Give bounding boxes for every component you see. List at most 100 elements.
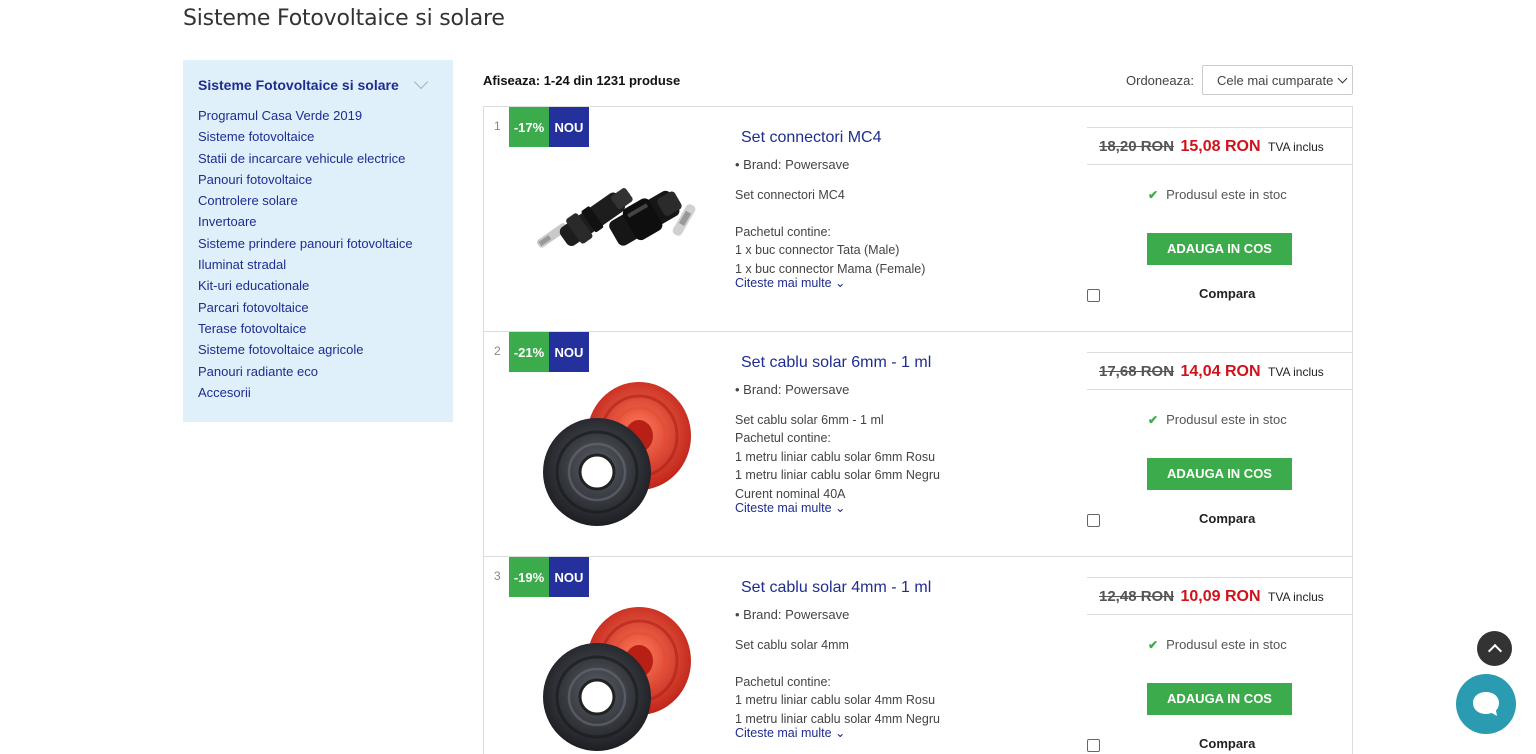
product-description: Set connectori MC4 Pachetul contine: 1 x b…	[735, 186, 925, 278]
stock-text: Produsul este in stoc	[1166, 637, 1287, 652]
stock-status: ✔ Produsul este in stoc	[1148, 637, 1287, 652]
sort-value: Cele mai cumparate	[1217, 73, 1334, 88]
add-to-cart-button[interactable]: ADAUGA IN COS	[1147, 458, 1292, 490]
sidebar-item[interactable]: Sisteme prindere panouri fotovoltaice	[198, 234, 438, 255]
product-desc-line: Pachetul contine:	[735, 431, 831, 446]
old-price: 12,48 RON	[1099, 588, 1175, 605]
compare-checkbox[interactable]	[1087, 289, 1100, 302]
compare-label[interactable]: Compara	[1199, 736, 1255, 751]
sidebar-item[interactable]: Iluminat stradal	[198, 255, 438, 276]
sort-label: Ordoneaza:	[1126, 73, 1194, 88]
new-badge: NOU	[549, 107, 589, 147]
compare-label[interactable]: Compara	[1199, 286, 1255, 301]
price-box: 18,20 RON 15,08 RON TVA inclus	[1087, 127, 1353, 165]
cable-coils-image	[543, 607, 691, 751]
vat-label: TVA inclus	[1268, 140, 1324, 154]
product-desc-line: Set cablu solar 4mm	[735, 638, 849, 652]
chat-icon	[1473, 692, 1499, 716]
sidebar-title[interactable]: Sisteme Fotovoltaice si solare	[198, 77, 399, 93]
stock-text: Produsul este in stoc	[1166, 187, 1287, 202]
product-brand: • Brand: Powersave	[735, 382, 850, 397]
discount-badge: -17%	[509, 107, 549, 147]
sidebar-list: Programul Casa Verde 2019 Sisteme fotovol…	[198, 106, 438, 404]
badges: -19% NOU	[509, 557, 589, 597]
product-image[interactable]	[529, 599, 704, 754]
product-row: 2 -21% NOU Set cablu solar 6mm - 1 ml • …	[484, 332, 1353, 557]
sidebar-item[interactable]: Terase fotovoltaice	[198, 319, 438, 340]
sidebar-item[interactable]: Sisteme fotovoltaice	[198, 127, 438, 148]
chevron-down-icon	[1337, 73, 1348, 84]
read-more-link[interactable]: Citeste mai multe ⌄	[735, 725, 846, 740]
sidebar-item[interactable]: Panouri fotovoltaice	[198, 170, 438, 191]
product-desc-line: Set cablu solar 6mm - 1 ml	[735, 413, 884, 427]
product-index: 1	[494, 119, 501, 133]
results-count: Afiseaza: 1-24 din 1231 produse	[483, 73, 681, 88]
sidebar-item[interactable]: Controlere solare	[198, 191, 438, 212]
old-price: 18,20 RON	[1099, 138, 1175, 155]
product-description: Set cablu solar 4mm Pachetul contine: 1 me…	[735, 636, 940, 728]
product-title[interactable]: Set cablu solar 4mm - 1 ml	[741, 579, 931, 597]
add-to-cart-button[interactable]: ADAUGA IN COS	[1147, 233, 1292, 265]
badges: -17% NOU	[509, 107, 589, 147]
new-badge: NOU	[549, 332, 589, 372]
discount-badge: -21%	[509, 332, 549, 372]
product-title[interactable]: Set connectori MC4	[741, 129, 882, 147]
sidebar-header[interactable]: Sisteme Fotovoltaice si solare	[198, 74, 438, 93]
product-desc-line: 1 metru liniar cablu solar 6mm Negru	[735, 468, 940, 483]
sidebar-item[interactable]: Parcari fotovoltaice	[198, 298, 438, 319]
checkmark-icon: ✔	[1148, 188, 1159, 202]
discount-badge: -19%	[509, 557, 549, 597]
category-sidebar: Sisteme Fotovoltaice si solare Programul…	[183, 60, 453, 422]
sidebar-item[interactable]: Accesorii	[198, 383, 438, 404]
read-more-link[interactable]: Citeste mai multe ⌄	[735, 500, 846, 515]
new-badge: NOU	[549, 557, 589, 597]
chevron-down-icon[interactable]	[413, 74, 429, 90]
compare-checkbox[interactable]	[1087, 514, 1100, 527]
sidebar-item[interactable]: Panouri radiante eco	[198, 362, 438, 383]
product-image[interactable]	[529, 149, 704, 307]
vat-label: TVA inclus	[1268, 590, 1324, 604]
add-to-cart-button[interactable]: ADAUGA IN COS	[1147, 683, 1292, 715]
stock-text: Produsul este in stoc	[1166, 412, 1287, 427]
product-brand: • Brand: Powersave	[735, 607, 850, 622]
sidebar-item[interactable]: Sisteme fotovoltaice agricole	[198, 340, 438, 361]
product-list: 1 -17% NOU Set connectori MC4 • Brand: P…	[483, 106, 1353, 754]
badges: -21% NOU	[509, 332, 589, 372]
checkmark-icon: ✔	[1148, 638, 1159, 652]
product-title[interactable]: Set cablu solar 6mm - 1 ml	[741, 354, 931, 372]
price-box: 17,68 RON 14,04 RON TVA inclus	[1087, 352, 1353, 390]
chat-button[interactable]	[1456, 674, 1516, 734]
stock-status: ✔ Produsul este in stoc	[1148, 412, 1287, 427]
compare-label[interactable]: Compara	[1199, 511, 1255, 526]
product-row: 3 -19% NOU Set cablu solar 4mm - 1 ml • …	[484, 557, 1353, 754]
sidebar-item[interactable]: Programul Casa Verde 2019	[198, 106, 438, 127]
sort-select[interactable]: Cele mai cumparate	[1202, 65, 1353, 95]
new-price: 10,09 RON	[1180, 588, 1261, 605]
cable-coils-image	[543, 382, 691, 526]
product-index: 2	[494, 344, 501, 358]
sidebar-item[interactable]: Invertoare	[198, 212, 438, 233]
price-box: 12,48 RON 10,09 RON TVA inclus	[1087, 577, 1353, 615]
product-desc-line: 1 x buc connector Tata (Male)	[735, 243, 900, 258]
scroll-top-button[interactable]	[1477, 631, 1512, 666]
product-desc-line: Pachetul contine:	[735, 224, 831, 239]
new-price: 15,08 RON	[1180, 138, 1261, 155]
sidebar-item[interactable]: Statii de incarcare vehicule electrice	[198, 149, 438, 170]
read-more-link[interactable]: Citeste mai multe ⌄	[735, 275, 846, 290]
product-brand: • Brand: Powersave	[735, 157, 850, 172]
product-row: 1 -17% NOU Set connectori MC4 • Brand: P…	[484, 107, 1353, 332]
product-desc-line	[735, 204, 925, 222]
product-desc-line	[735, 654, 940, 672]
checkmark-icon: ✔	[1148, 413, 1159, 427]
product-image[interactable]	[529, 374, 704, 532]
vat-label: TVA inclus	[1268, 365, 1324, 379]
sidebar-item[interactable]: Kit-uri educationale	[198, 276, 438, 297]
product-desc-line: 1 metru liniar cablu solar 4mm Rosu	[735, 693, 936, 708]
mc4-connector-image	[536, 188, 696, 248]
product-desc-line: Set connectori MC4	[735, 188, 845, 202]
product-description: Set cablu solar 6mm - 1 ml Pachetul conti…	[735, 411, 940, 503]
product-desc-line: Pachetul contine:	[735, 674, 831, 689]
compare-checkbox[interactable]	[1087, 739, 1100, 752]
product-desc-line: 1 metru liniar cablu solar 6mm Rosu	[735, 449, 936, 464]
old-price: 17,68 RON	[1099, 363, 1175, 380]
